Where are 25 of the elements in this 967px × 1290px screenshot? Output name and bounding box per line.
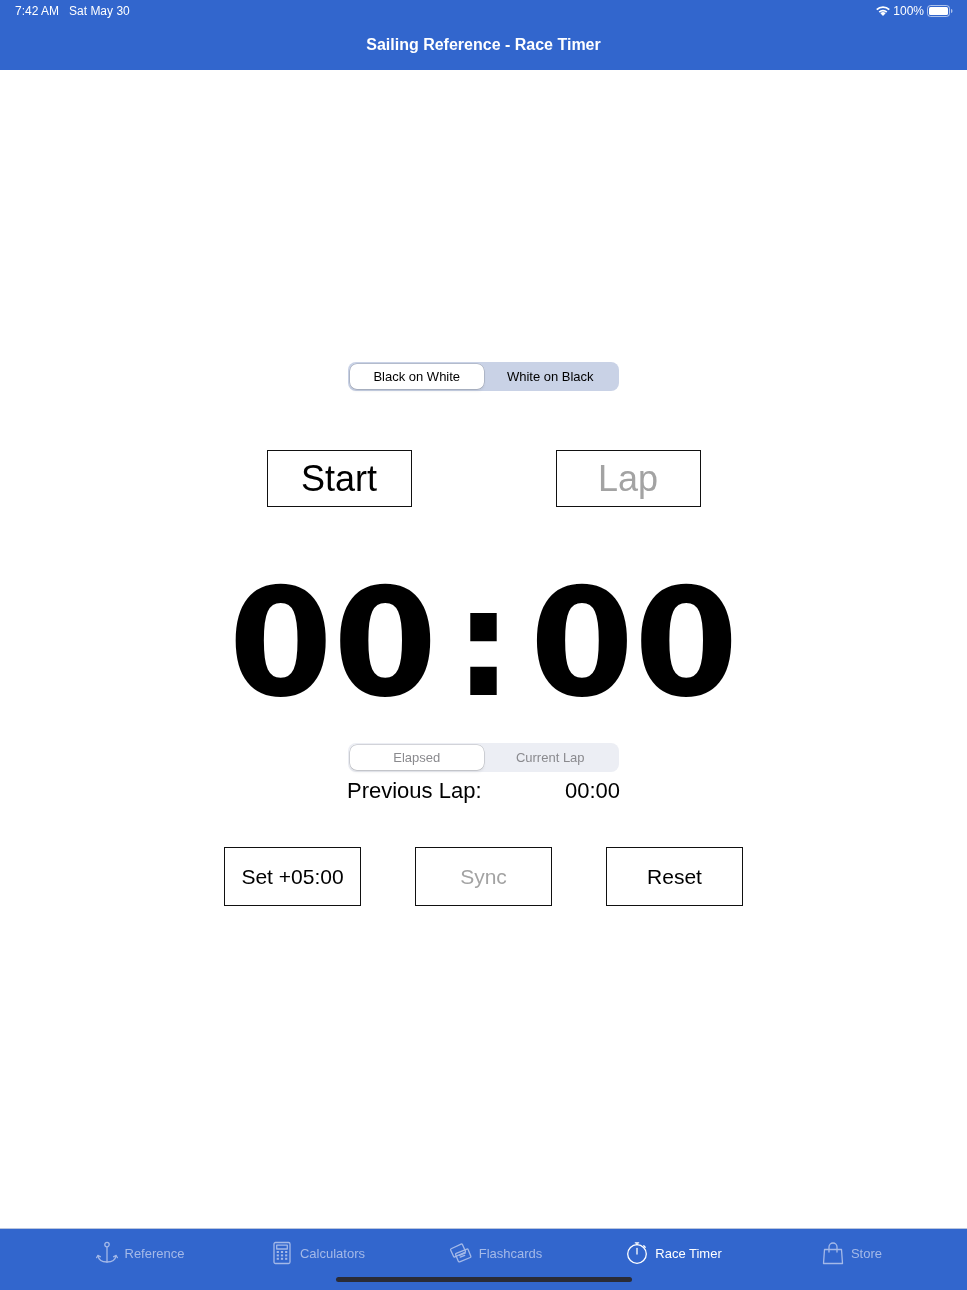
tab-item[interactable]: Flashcards — [406, 1238, 585, 1268]
calculator-icon — [270, 1241, 294, 1265]
theme-segmented-control[interactable]: Black on White White on Black — [348, 362, 619, 391]
shopping-bag-icon — [820, 1241, 845, 1265]
set-time-button[interactable]: Set +05:00 — [224, 847, 361, 906]
timer-display: 00 : 00 — [228, 566, 739, 720]
anchor-icon — [94, 1241, 119, 1265]
previous-lap-label: Previous Lap: — [347, 778, 482, 804]
status-time: 7:42 AM — [15, 4, 60, 18]
tab-item[interactable]: Reference — [50, 1238, 229, 1268]
battery-icon — [927, 5, 953, 17]
previous-lap-time: 00:00 — [564, 778, 620, 804]
segment-tab[interactable]: Black on White — [350, 364, 484, 389]
screen-title: Sailing Reference - Race Timer — [366, 36, 601, 54]
stopwatch-icon — [625, 1241, 650, 1265]
battery-percentage: 100% — [893, 4, 924, 18]
start-button[interactable]: Start — [266, 450, 412, 507]
wifi-icon — [876, 6, 891, 16]
segment-tab[interactable]: White on Black — [483, 364, 617, 389]
tab-item[interactable]: Store — [762, 1238, 941, 1268]
tab-item[interactable]: Race Timer — [584, 1238, 763, 1268]
flashcards-icon — [448, 1241, 473, 1265]
reset-button[interactable]: Reset — [606, 847, 743, 906]
tab-item[interactable]: Calculators — [228, 1238, 407, 1268]
status-date: Sat May 30 — [69, 4, 130, 18]
